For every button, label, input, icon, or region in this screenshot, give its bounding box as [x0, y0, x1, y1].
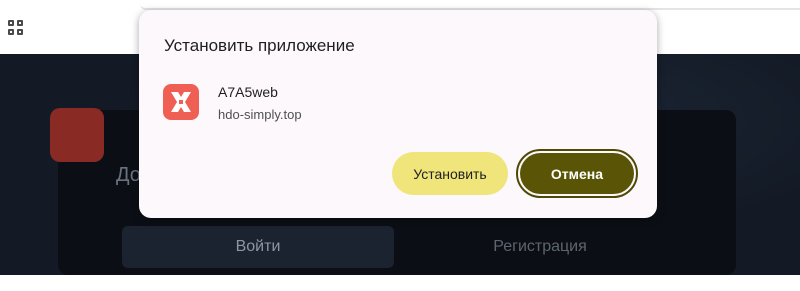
app-logo-icon: [163, 84, 199, 120]
tab-register[interactable]: Регистрация: [404, 226, 676, 268]
page-heading: До: [116, 164, 141, 186]
app-domain: hdo-simply.top: [218, 107, 302, 122]
install-app-dialog: Установить приложение A7A5web hdo-simply…: [139, 10, 657, 218]
apps-grid-icon[interactable]: [8, 20, 24, 36]
tab-login[interactable]: Войти: [122, 226, 394, 268]
app-name: A7A5web: [218, 84, 278, 100]
site-logo: [50, 108, 104, 162]
cancel-button[interactable]: Отмена: [520, 153, 634, 194]
install-button[interactable]: Установить: [392, 152, 508, 195]
page-footer-strip: [0, 275, 800, 291]
dialog-title: Установить приложение: [164, 36, 355, 55]
address-bar-edge[interactable]: [140, 0, 800, 10]
